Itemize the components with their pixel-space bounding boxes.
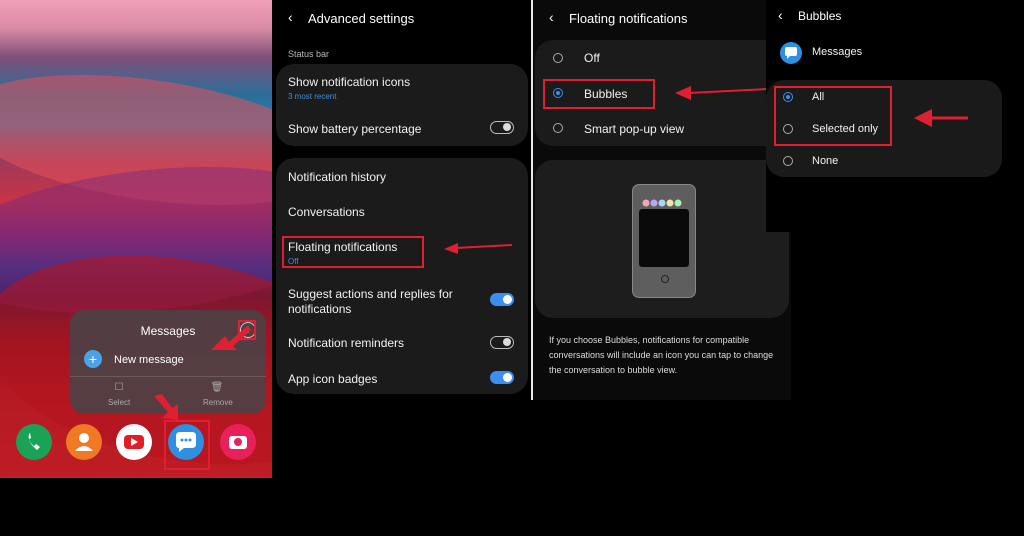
home-button-icon [661,275,669,283]
section-header: Status bar [288,49,330,59]
notification-history-item[interactable]: Notification history [288,170,386,184]
battery-percentage-toggle[interactable] [490,121,514,134]
page-title: Floating notifications [569,11,688,26]
back-arrow-icon[interactable]: ‹ [288,9,293,25]
notification-reminders-item[interactable]: Notification reminders [288,336,404,350]
bubble-dots [641,195,687,207]
annotation-arrow-icon [444,243,513,254]
plus-icon[interactable]: + [84,350,102,368]
suggest-actions-item[interactable]: Suggest actions and replies for notifica… [288,287,478,317]
new-message-shortcut[interactable]: New message [114,354,184,366]
page-title: Bubbles [798,9,842,23]
annotation-box [238,320,256,340]
messages-icon [780,42,802,64]
radio-icon[interactable] [783,156,793,166]
phone-illustration [632,184,696,298]
select-icon[interactable]: ☐ [112,382,126,396]
conversations-item[interactable]: Conversations [288,205,365,219]
show-battery-percentage-item[interactable]: Show battery percentage [288,122,421,136]
camera-icon[interactable] [220,424,256,460]
show-notification-icons-item[interactable]: Show notification icons [288,75,410,89]
select-action[interactable]: Select [108,398,130,407]
floating-description: If you choose Bubbles, notifications for… [549,335,774,375]
suggest-actions-toggle[interactable] [490,293,514,306]
option-none[interactable]: None [812,155,838,167]
bubbles-screen: ‹ Bubbles Messages All Selected only Non… [766,0,1024,232]
annotation-arrow-icon [914,109,968,127]
option-smart-popup[interactable]: Smart pop-up view [584,122,684,136]
radio-icon[interactable] [553,123,563,133]
option-off[interactable]: Off [584,51,600,65]
annotation-box [774,86,892,146]
annotation-box [282,236,424,268]
floating-notifications-screen: ‹ Floating notifications Off Bubbles Sma… [533,0,791,400]
notifications-card [276,158,528,394]
contacts-icon[interactable] [66,424,102,460]
trash-icon[interactable]: 🗑 [210,382,224,396]
radio-icon[interactable] [553,53,563,63]
annotation-box [164,420,210,470]
notification-reminders-toggle[interactable] [490,336,514,349]
advanced-settings-screen: ‹ Advanced settings Status bar Show noti… [272,0,530,400]
app-icon-badges-toggle[interactable] [490,371,514,384]
remove-action[interactable]: Remove [203,398,233,407]
home-screen: Messages i + New message ☐ Select 🗑 Remo… [0,0,272,478]
youtube-icon[interactable] [116,424,152,460]
illustration-screen [639,209,689,267]
annotation-box [543,79,655,109]
phone-icon[interactable] [16,424,52,460]
app-name: Messages [812,46,863,58]
show-notification-icons-value: 3 most recent [288,92,337,101]
back-arrow-icon[interactable]: ‹ [549,9,554,25]
back-arrow-icon[interactable]: ‹ [778,7,783,23]
annotation-arrow-icon [675,86,768,100]
app-icon-badges-item[interactable]: App icon badges [288,372,377,386]
divider [70,376,266,377]
page-title: Advanced settings [308,11,415,26]
